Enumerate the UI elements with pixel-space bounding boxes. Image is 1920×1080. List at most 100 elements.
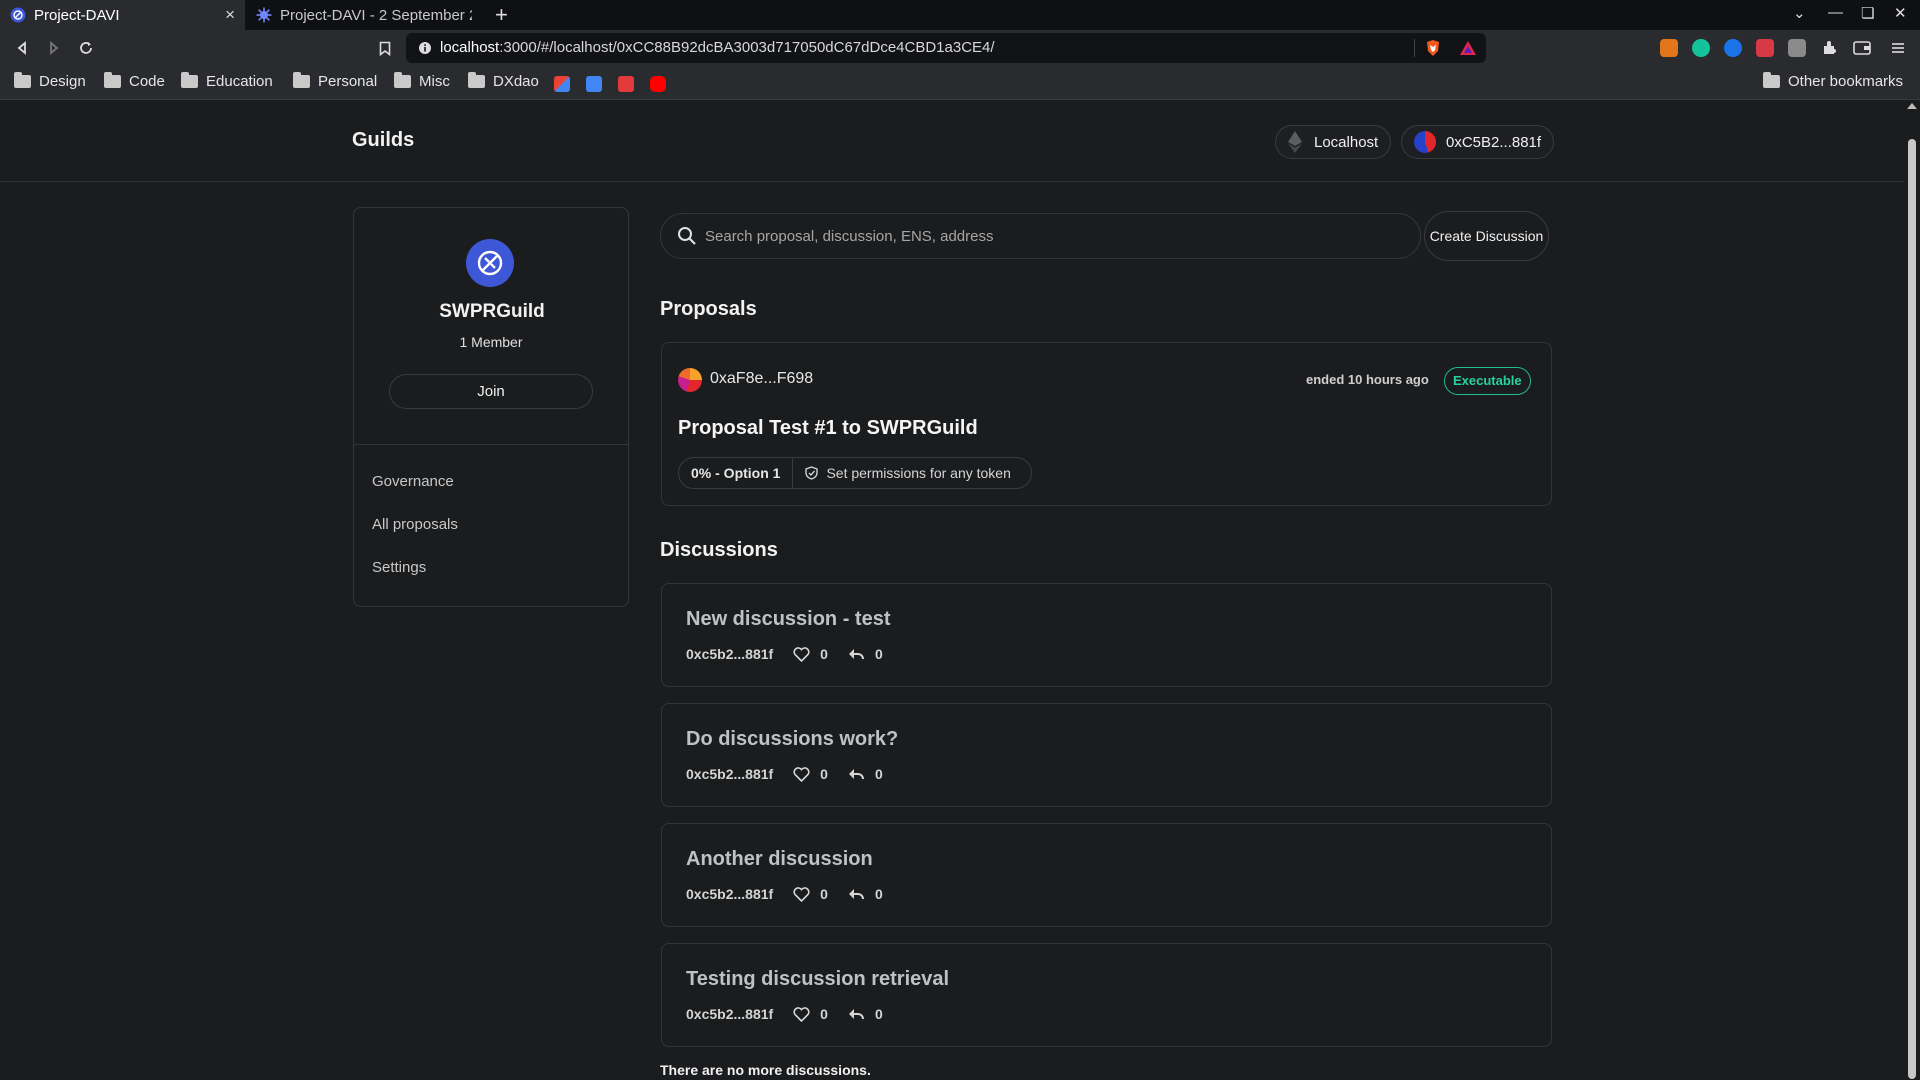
url-host: localhost bbox=[440, 39, 500, 56]
bookmark-label: Other bookmarks bbox=[1788, 73, 1904, 90]
discussion-title: New discussion - test bbox=[686, 608, 891, 630]
bookmark-folder-personal[interactable]: Personal bbox=[293, 72, 378, 90]
window-close-icon[interactable]: ✕ bbox=[1894, 4, 1907, 22]
extensions-puzzle-icon[interactable] bbox=[1818, 36, 1842, 60]
cube-extension-icon[interactable] bbox=[1788, 39, 1806, 57]
discussion-title: Do discussions work? bbox=[686, 728, 899, 750]
discussion-meta: 0xc5b2...881f 0 0 bbox=[686, 1006, 883, 1022]
search-input[interactable] bbox=[705, 225, 1395, 247]
bookmark-icon-red[interactable] bbox=[618, 76, 634, 92]
bookmarks-bar: Design Code Education Personal Misc DXda… bbox=[0, 67, 1920, 100]
discussion-card[interactable]: Testing discussion retrieval 0xc5b2...88… bbox=[661, 943, 1552, 1047]
heart-icon[interactable] bbox=[793, 886, 810, 902]
option-action: Set permissions for any token bbox=[793, 465, 1030, 481]
proposer-avatar bbox=[678, 368, 702, 392]
search-icon bbox=[678, 227, 696, 245]
grammarly-extension-icon[interactable] bbox=[1692, 39, 1710, 57]
discussion-meta: 0xc5b2...881f 0 0 bbox=[686, 646, 883, 662]
discussion-meta: 0xc5b2...881f 0 0 bbox=[686, 886, 883, 902]
discussion-card[interactable]: Another discussion 0xc5b2...881f 0 0 bbox=[661, 823, 1552, 927]
sidebar-item-all-proposals[interactable]: All proposals bbox=[372, 516, 458, 533]
bookmark-folder-education[interactable]: Education bbox=[181, 72, 273, 90]
restore-icon[interactable]: ❏ bbox=[1861, 4, 1874, 22]
reply-icon[interactable] bbox=[848, 887, 865, 901]
action-label: Set permissions for any token bbox=[826, 465, 1011, 481]
create-discussion-button[interactable]: Create Discussion bbox=[1424, 211, 1549, 261]
proposal-card[interactable]: 0xaF8e...F698 ended 10 hours ago Executa… bbox=[661, 342, 1552, 506]
gmail-bookmark-icon[interactable] bbox=[554, 76, 570, 92]
extension-icon[interactable] bbox=[1756, 39, 1774, 57]
minimize-icon[interactable]: — bbox=[1828, 4, 1843, 21]
status-badge: Executable bbox=[1444, 367, 1531, 395]
youtube-bookmark-icon[interactable] bbox=[650, 76, 666, 92]
onepassword-extension-icon[interactable] bbox=[1724, 39, 1742, 57]
heart-icon[interactable] bbox=[793, 646, 810, 662]
discussions-heading: Discussions bbox=[660, 539, 778, 561]
wallet-icon[interactable] bbox=[1850, 36, 1874, 60]
proposal-title[interactable]: Proposal Test #1 to SWPRGuild bbox=[678, 417, 978, 440]
account-address: 0xC5B2...881f bbox=[1446, 133, 1542, 151]
browser-tab-active[interactable]: Project-DAVI × bbox=[0, 0, 245, 30]
folder-icon bbox=[181, 72, 198, 88]
brave-shields-icon[interactable] bbox=[1425, 39, 1441, 57]
bookmark-folder-design[interactable]: Design bbox=[14, 72, 86, 90]
address-bar[interactable]: localhost:3000/#/localhost/0xCC88B92dcBA… bbox=[406, 33, 1486, 63]
like-count: 0 bbox=[820, 886, 828, 902]
gear-favicon-icon bbox=[256, 7, 272, 23]
search-bar bbox=[660, 213, 1421, 259]
browser-tab-bar: Project-DAVI × Project-DAVI - 2 Septembe… bbox=[0, 0, 1920, 30]
proposal-time: ended 10 hours ago bbox=[1306, 372, 1429, 387]
metamask-extension-icon[interactable] bbox=[1660, 39, 1678, 57]
new-tab-button[interactable]: + bbox=[495, 2, 508, 28]
page-scrollbar[interactable] bbox=[1904, 101, 1920, 1080]
discussions-end-note: There are no more discussions. bbox=[660, 1062, 871, 1078]
account-button[interactable]: 0xC5B2...881f bbox=[1401, 125, 1555, 159]
reply-count: 0 bbox=[874, 646, 883, 662]
sidebar-item-settings[interactable]: Settings bbox=[372, 559, 426, 576]
like-count: 0 bbox=[820, 766, 828, 782]
bookmark-label: Design bbox=[39, 73, 86, 90]
tab-close-icon[interactable]: × bbox=[225, 5, 235, 25]
other-bookmarks-folder[interactable]: Other bookmarks bbox=[1763, 72, 1904, 90]
folder-icon bbox=[394, 72, 411, 88]
bookmark-folder-dxdao[interactable]: DXdao bbox=[468, 72, 539, 90]
guild-logo-icon bbox=[466, 239, 514, 287]
heart-icon[interactable] bbox=[793, 1006, 810, 1022]
bookmark-label: Personal bbox=[318, 73, 378, 90]
discussion-title: Another discussion bbox=[686, 848, 873, 870]
app-brand[interactable]: Guilds bbox=[352, 129, 414, 152]
join-button[interactable]: Join bbox=[389, 374, 593, 409]
reply-icon[interactable] bbox=[848, 767, 865, 781]
back-icon[interactable] bbox=[10, 36, 34, 60]
scrollbar-thumb[interactable] bbox=[1908, 139, 1916, 1079]
brave-rewards-icon[interactable] bbox=[1459, 40, 1477, 56]
tab-title: Project-DAVI - 2 September 20 bbox=[280, 6, 472, 24]
sidebar-item-governance[interactable]: Governance bbox=[372, 473, 454, 490]
heart-icon[interactable] bbox=[793, 766, 810, 782]
browser-menu-icon[interactable] bbox=[1886, 36, 1910, 60]
discussion-author: 0xc5b2...881f bbox=[686, 766, 774, 782]
browser-toolbar: localhost:3000/#/localhost/0xCC88B92dcBA… bbox=[0, 30, 1920, 67]
forward-icon[interactable] bbox=[42, 36, 66, 60]
reply-icon[interactable] bbox=[848, 1007, 865, 1021]
option-result: 0% - Option 1 bbox=[679, 458, 794, 488]
network-selector[interactable]: Localhost bbox=[1275, 125, 1392, 159]
reply-icon[interactable] bbox=[848, 647, 865, 661]
browser-tab[interactable]: Project-DAVI - 2 September 20 bbox=[246, 0, 482, 30]
bookmark-label: Education bbox=[206, 73, 273, 90]
davi-favicon-icon bbox=[10, 7, 26, 23]
calendar-bookmark-icon[interactable] bbox=[586, 76, 602, 92]
tab-list-chevron-icon[interactable]: ⌄ bbox=[1793, 4, 1806, 22]
bookmark-icon[interactable] bbox=[373, 36, 397, 60]
scroll-up-arrow-icon[interactable] bbox=[1907, 103, 1917, 109]
divider bbox=[354, 444, 628, 445]
discussion-card[interactable]: New discussion - test 0xc5b2...881f 0 0 bbox=[661, 583, 1552, 687]
site-info-icon[interactable] bbox=[418, 41, 432, 55]
reload-icon[interactable] bbox=[74, 36, 98, 60]
app-header: Guilds Localhost 0xC5B2...881f bbox=[0, 101, 1904, 182]
url-path: :3000/#/localhost/0xCC88B92dcBA3003d7170… bbox=[499, 39, 995, 56]
bookmark-folder-misc[interactable]: Misc bbox=[394, 72, 450, 90]
discussion-card[interactable]: Do discussions work? 0xc5b2...881f 0 0 bbox=[661, 703, 1552, 807]
bookmark-folder-code[interactable]: Code bbox=[104, 72, 165, 90]
url-text: localhost:3000/#/localhost/0xCC88B92dcBA… bbox=[440, 39, 995, 56]
